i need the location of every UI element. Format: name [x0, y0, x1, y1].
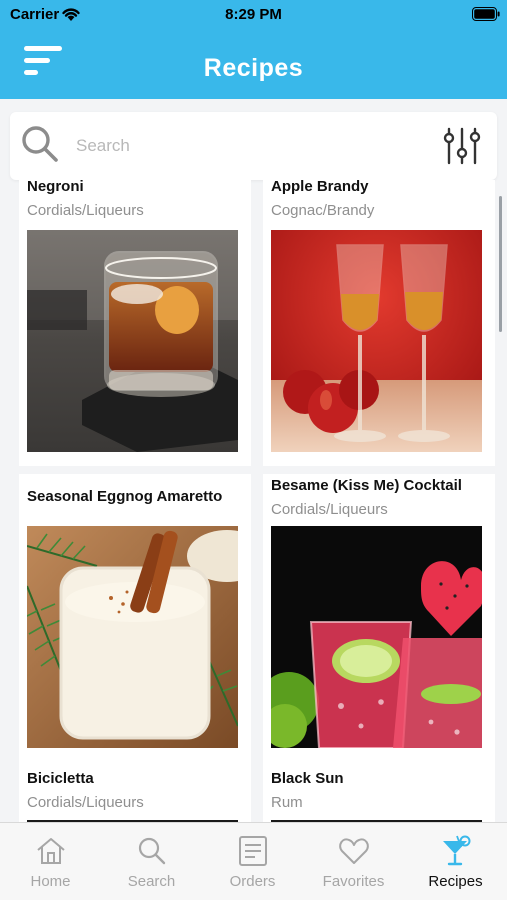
- recipe-name: Apple Brandy: [271, 180, 369, 195]
- recipe-category: Rum: [271, 794, 303, 811]
- recipe-card[interactable]: Besame (Kiss Me) Cocktail Cordials/Lique…: [263, 474, 495, 764]
- recipe-card[interactable]: Apple Brandy Cognac/Brandy: [263, 180, 495, 466]
- tab-search[interactable]: Search: [101, 823, 202, 900]
- cocktail-icon: [443, 835, 471, 866]
- recipe-category: Cordials/Liqueurs: [27, 794, 144, 811]
- recipe-image: [271, 230, 482, 452]
- tab-label: Orders: [229, 873, 276, 890]
- status-bar: Carrier 8:29 PM: [0, 0, 507, 28]
- orders-icon: [239, 836, 267, 866]
- tab-orders[interactable]: Orders: [202, 823, 303, 900]
- recipe-name: Besame (Kiss Me) Cocktail: [271, 477, 462, 494]
- scrollbar[interactable]: [499, 196, 502, 332]
- tab-home[interactable]: Home: [0, 823, 101, 900]
- recipe-card[interactable]: Black Sun Rum: [263, 764, 495, 822]
- battery-icon: [472, 7, 500, 21]
- recipe-card[interactable]: Seasonal Eggnog Amaretto: [19, 474, 251, 764]
- app-header: Carrier 8:29 PM Recipes: [0, 0, 507, 99]
- search-icon: [22, 126, 58, 162]
- tab-label: Home: [30, 873, 71, 890]
- recipe-category: Cordials/Liqueurs: [27, 202, 144, 219]
- search-icon: [138, 837, 166, 865]
- tab-label: Recipes: [428, 873, 483, 890]
- heart-icon: [339, 838, 369, 864]
- tab-favorites[interactable]: Favorites: [303, 823, 404, 900]
- recipe-card[interactable]: Negroni Cordials/Liqueurs: [19, 180, 251, 466]
- status-time: 8:29 PM: [225, 6, 282, 23]
- recipe-name: Bicicletta: [27, 770, 94, 787]
- recipe-image: [271, 526, 482, 748]
- search-bar: [10, 112, 497, 180]
- recipe-category: Cordials/Liqueurs: [271, 501, 388, 518]
- page-title: Recipes: [203, 54, 304, 82]
- search-input[interactable]: [76, 132, 416, 160]
- tab-bar: Home Search Orders Favorites Recipes: [0, 822, 507, 900]
- filter-sliders-icon[interactable]: [442, 126, 482, 166]
- recipe-category: Cognac/Brandy: [271, 202, 375, 219]
- recipe-image: [27, 230, 238, 452]
- tab-label: Favorites: [322, 873, 385, 890]
- recipe-grid: Negroni Cordials/Liqueurs Apple Brandy C…: [0, 180, 507, 822]
- recipe-card[interactable]: Bicicletta Cordials/Liqueurs: [19, 764, 251, 822]
- tab-label: Search: [127, 873, 176, 890]
- home-icon: [37, 838, 65, 864]
- recipe-name: Black Sun: [271, 770, 344, 787]
- recipe-name: Negroni: [27, 180, 84, 195]
- tab-recipes[interactable]: Recipes: [405, 823, 506, 900]
- recipe-image: [27, 526, 238, 748]
- recipe-name: Seasonal Eggnog Amaretto: [27, 488, 223, 505]
